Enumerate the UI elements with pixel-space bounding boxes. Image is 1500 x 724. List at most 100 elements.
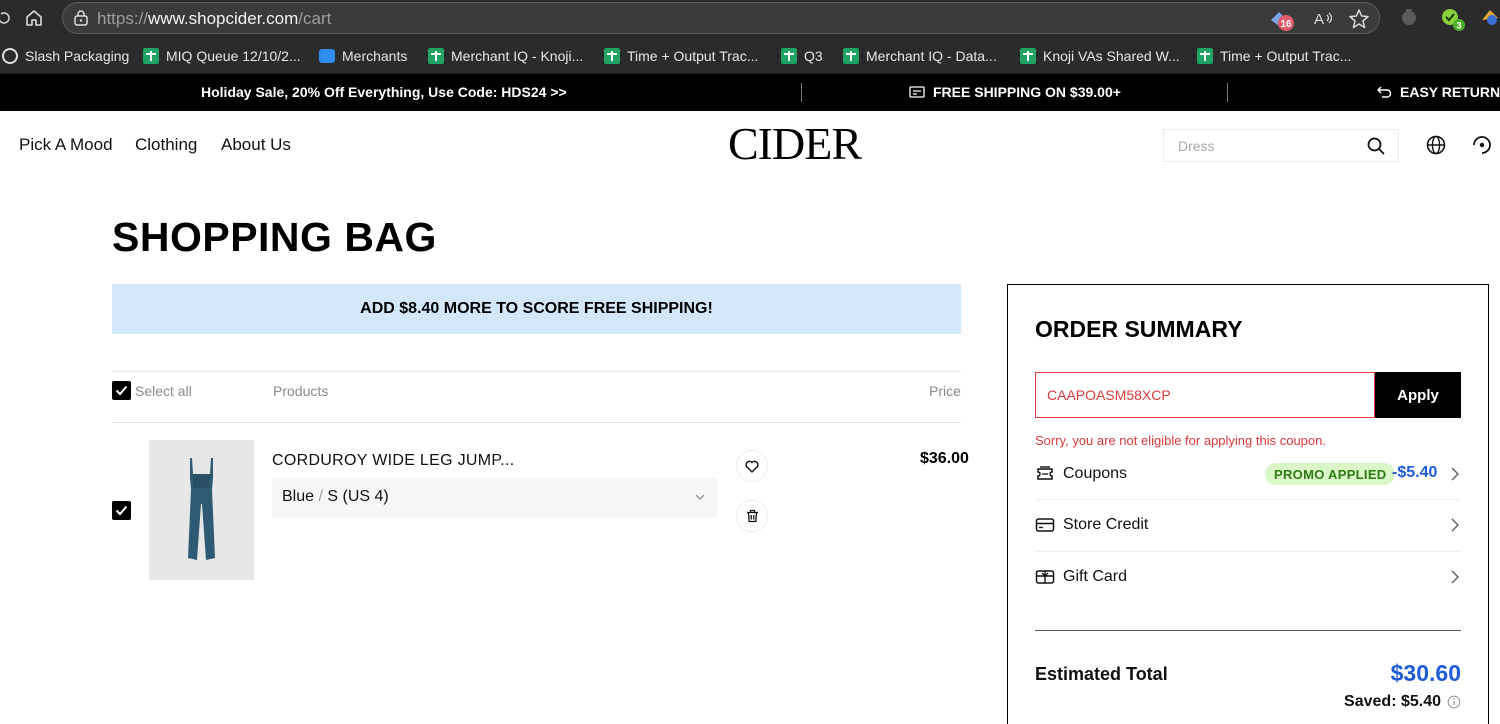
saved-text: Saved: $5.40 <box>1344 693 1441 710</box>
gift-card-label: Gift Card <box>1063 568 1128 585</box>
coupons-row[interactable]: Coupons PROMO APPLIED -$5.40 <box>1035 450 1461 500</box>
bookmark-label: Merchant IQ - Knoji... <box>451 48 584 64</box>
page-title: SHOPPING BAG <box>112 214 437 260</box>
products-column-header: Products <box>273 383 329 399</box>
info-icon[interactable] <box>1447 695 1461 709</box>
read-aloud-icon[interactable]: A <box>1313 9 1335 34</box>
divider <box>1035 551 1461 552</box>
bookmarks-bar: Slash Packaging MIQ Queue 12/10/2... Mer… <box>0 36 1500 74</box>
coupons-label: Coupons <box>1063 465 1128 482</box>
divider <box>1035 630 1461 631</box>
svg-text:16: 16 <box>1280 19 1292 30</box>
sheets-icon <box>1020 48 1036 64</box>
checkmark-icon <box>115 385 128 396</box>
bookmark-merchants[interactable]: Merchants <box>319 46 407 66</box>
apply-coupon-button[interactable]: Apply <box>1375 372 1461 418</box>
promo-banner: Holiday Sale, 20% Off Everything, Use Co… <box>0 74 1500 111</box>
bookmark-slash-packaging[interactable]: Slash Packaging <box>2 46 129 66</box>
refresh-icon[interactable] <box>0 6 16 30</box>
checkmark-icon <box>115 505 128 516</box>
select-all-label[interactable]: Select all <box>135 383 192 399</box>
sheets-icon <box>781 48 797 64</box>
cider-logo[interactable]: CIDER <box>728 120 862 168</box>
heart-icon <box>745 460 759 473</box>
order-summary-title: ORDER SUMMARY <box>1035 316 1243 342</box>
bookmark-label: Slash Packaging <box>25 48 130 64</box>
variant-select[interactable]: Blue / S (US 4) <box>272 478 717 518</box>
nav-clothing[interactable]: Clothing <box>135 135 197 155</box>
estimated-total-value: $30.60 <box>1390 660 1461 686</box>
svg-text:A: A <box>1314 11 1324 28</box>
bookmark-merchant-iq-knoji[interactable]: Merchant IQ - Knoji... <box>428 46 583 66</box>
bookmark-time-output-2[interactable]: Time + Output Trac... <box>1197 46 1351 66</box>
price-column-header: Price <box>929 383 961 399</box>
wishlist-button[interactable] <box>736 450 768 482</box>
divider <box>112 371 961 372</box>
select-all-checkbox[interactable] <box>112 381 131 400</box>
tracking-badge-icon[interactable]: 16 <box>1267 8 1297 37</box>
variant-value: Blue / S (US 4) <box>282 488 389 505</box>
gift-card-icon <box>1035 568 1055 591</box>
browser-toolbar: https://www.shopcider.com/cart 16 A 3 <box>0 0 1500 36</box>
bookmark-label: Knoji VAs Shared W... <box>1043 48 1180 64</box>
globe-icon[interactable] <box>1425 134 1447 156</box>
profile-icon[interactable] <box>1480 6 1500 33</box>
chat-icon <box>319 49 335 63</box>
search-icon[interactable] <box>1366 136 1386 161</box>
nav-pick-a-mood[interactable]: Pick A Mood <box>19 135 113 155</box>
favorite-star-icon[interactable] <box>1348 8 1370 35</box>
estimated-total-label: Estimated Total <box>1035 664 1168 684</box>
bookmark-knoji-vas[interactable]: Knoji VAs Shared W... <box>1020 46 1180 66</box>
coupon-discount: -$5.40 <box>1392 464 1438 481</box>
address-bar[interactable]: https://www.shopcider.com/cart 16 A <box>62 2 1380 34</box>
lock-icon[interactable] <box>73 9 89 32</box>
chevron-right-icon <box>1449 516 1461 539</box>
delete-item-button[interactable] <box>736 500 768 532</box>
order-summary-panel: ORDER SUMMARY Apply Sorry, you are not e… <box>1007 284 1489 724</box>
extension-icon[interactable] <box>1398 6 1420 33</box>
holiday-sale-link[interactable]: Holiday Sale, 20% Off Everything, Use Co… <box>201 84 567 100</box>
saved-amount: Saved: $5.40 <box>1344 693 1461 711</box>
bookmark-label: Q3 <box>804 48 823 64</box>
divider <box>801 83 802 102</box>
url-text: https://www.shopcider.com/cart <box>97 9 332 28</box>
search-input[interactable] <box>1164 130 1344 161</box>
easy-returns-text: EASY RETURNS <box>1400 84 1500 100</box>
product-image[interactable] <box>149 440 254 580</box>
product-name[interactable]: CORDUROY WIDE LEG JUMP... <box>272 452 515 470</box>
shipping-card-icon <box>909 86 925 98</box>
bookmark-miq-queue[interactable]: MIQ Queue 12/10/2... <box>143 46 301 66</box>
credit-card-icon <box>1035 516 1055 539</box>
divider <box>1227 83 1228 102</box>
bookmark-q3[interactable]: Q3 <box>781 46 823 66</box>
item-checkbox[interactable] <box>112 501 131 520</box>
coupon-input[interactable] <box>1036 373 1374 417</box>
sheets-icon <box>843 48 859 64</box>
bookmark-label: Merchant IQ - Data... <box>866 48 997 64</box>
item-price: $36.00 <box>920 450 969 467</box>
free-shipping-text: FREE SHIPPING ON $39.00+ <box>933 84 1121 100</box>
bookmark-time-output-1[interactable]: Time + Output Trac... <box>604 46 758 66</box>
sheets-icon <box>143 48 159 64</box>
trash-icon <box>746 509 758 523</box>
bookmark-label: Time + Output Trac... <box>627 48 759 64</box>
bookmark-merchant-iq-data[interactable]: Merchant IQ - Data... <box>843 46 997 66</box>
nav-about-us[interactable]: About Us <box>221 135 291 155</box>
divider <box>112 422 961 423</box>
promo-applied-badge: PROMO APPLIED <box>1265 463 1396 485</box>
coupon-ticket-icon <box>1035 465 1055 488</box>
chevron-right-icon <box>1449 465 1461 488</box>
gift-card-row[interactable]: Gift Card <box>1035 553 1461 603</box>
home-icon[interactable] <box>22 6 46 30</box>
extension-badge-icon[interactable]: 3 <box>1438 6 1466 37</box>
return-arrow-icon <box>1377 86 1392 98</box>
free-shipping-banner: ADD $8.40 MORE TO SCORE FREE SHIPPING! <box>112 284 961 334</box>
coupon-field <box>1035 372 1375 418</box>
store-credit-row[interactable]: Store Credit <box>1035 501 1461 551</box>
bookmark-label: MIQ Queue 12/10/2... <box>166 48 301 64</box>
search-box <box>1163 129 1399 162</box>
bookmark-label: Merchants <box>342 48 408 64</box>
sheets-icon <box>604 48 620 64</box>
globe-icon <box>2 48 18 64</box>
account-icon[interactable] <box>1471 134 1493 156</box>
